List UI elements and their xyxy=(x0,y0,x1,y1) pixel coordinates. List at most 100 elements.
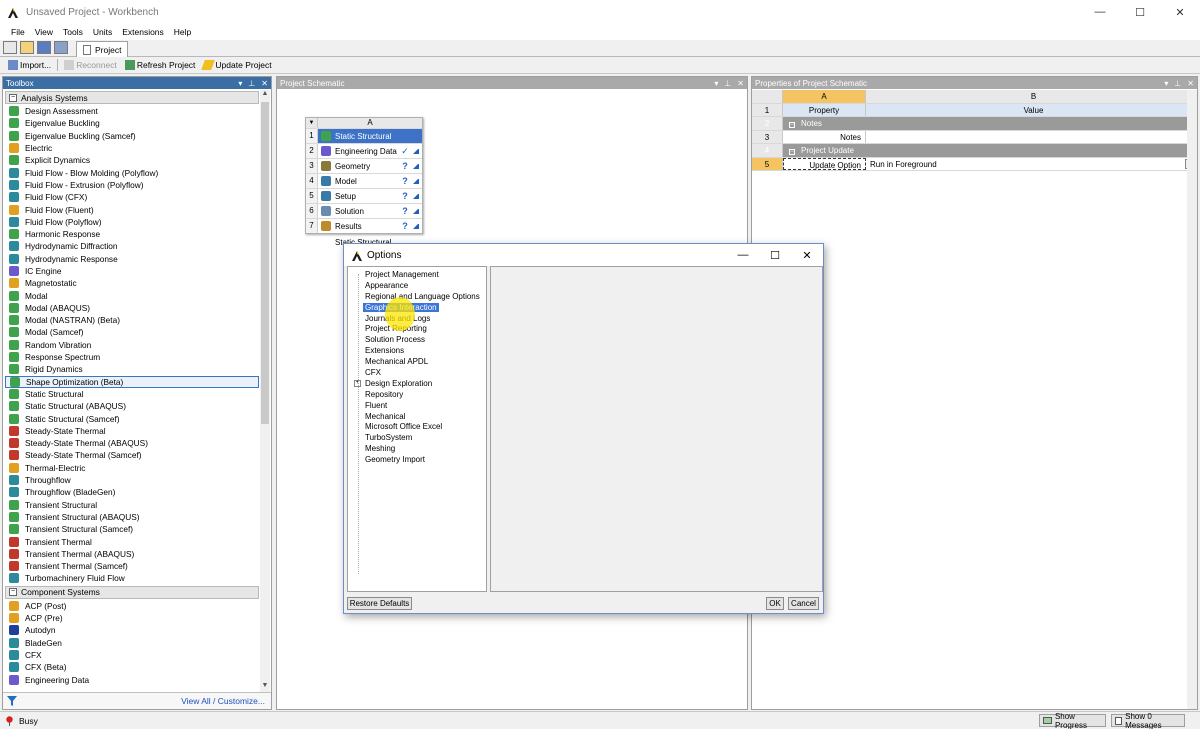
toolbox-item[interactable]: Random Vibration xyxy=(3,339,261,351)
chevron-down-icon[interactable]: ▾ xyxy=(238,79,242,88)
ok-button[interactable]: OK xyxy=(766,597,784,610)
toolbox-item[interactable]: Modal (Samcef) xyxy=(3,326,261,338)
pin-icon[interactable]: ⊥ xyxy=(724,79,731,88)
property-row[interactable]: 1 Property Value xyxy=(752,103,1197,117)
toolbox-item[interactable]: BladeGen xyxy=(3,636,261,648)
options-tree-item[interactable]: Regional and Language Options xyxy=(348,291,486,302)
chevron-down-icon[interactable]: ▼ xyxy=(306,118,318,128)
toolbox-item[interactable]: IC Engine xyxy=(3,265,261,277)
toolbox-item[interactable]: Steady-State Thermal xyxy=(3,425,261,437)
property-value[interactable]: Run in Foreground xyxy=(866,158,1197,171)
close-icon[interactable]: ✕ xyxy=(1187,79,1194,88)
system-cell[interactable]: 7 Results? xyxy=(306,218,422,233)
toolbox-item[interactable]: Electric xyxy=(3,142,261,154)
options-tree-item[interactable]: Repository xyxy=(348,389,486,400)
toolbox-item[interactable]: Transient Structural xyxy=(3,499,261,511)
dialog-close-button[interactable]: ✕ xyxy=(791,244,823,266)
toolbox-item[interactable]: ACP (Post) xyxy=(3,600,261,612)
filter-icon[interactable] xyxy=(7,696,17,706)
system-cell[interactable]: 6 Solution? xyxy=(306,203,422,218)
toolbox-item[interactable]: Fluid Flow - Extrusion (Polyflow) xyxy=(3,179,261,191)
options-tree-item[interactable]: + Design Exploration xyxy=(348,378,486,389)
toolbox-item[interactable]: Static Structural xyxy=(3,388,261,400)
minimize-button[interactable]: — xyxy=(1080,0,1120,24)
toolbox-item[interactable]: Transient Structural (Samcef) xyxy=(3,523,261,535)
options-tree-item[interactable]: Meshing xyxy=(348,443,486,454)
toolbox-item[interactable]: Modal (ABAQUS) xyxy=(3,302,261,314)
component-systems-header[interactable]: − Component Systems xyxy=(5,585,259,599)
maximize-button[interactable]: ☐ xyxy=(1120,0,1160,24)
collapse-icon[interactable]: − xyxy=(9,93,17,102)
chevron-down-icon[interactable]: ▾ xyxy=(714,79,718,88)
save-icon[interactable] xyxy=(37,41,51,54)
property-row[interactable]: 4− Project Update xyxy=(752,144,1197,158)
menu-tools[interactable]: Tools xyxy=(58,27,88,37)
toolbox-item[interactable]: Steady-State Thermal (ABAQUS) xyxy=(3,437,261,449)
toolbox-item[interactable]: Eigenvalue Buckling (Samcef) xyxy=(3,130,261,142)
close-button[interactable]: ✕ xyxy=(1160,0,1200,24)
cancel-button[interactable]: Cancel xyxy=(788,597,819,610)
menu-extensions[interactable]: Extensions xyxy=(117,27,169,37)
toolbox-item[interactable]: Transient Thermal (ABAQUS) xyxy=(3,548,261,560)
tab-project[interactable]: Project xyxy=(76,41,129,57)
pin-icon[interactable]: ⊥ xyxy=(1174,79,1181,88)
toolbox-item[interactable]: Magnetostatic xyxy=(3,277,261,289)
property-value[interactable]: Value xyxy=(866,103,1197,116)
toolbox-item[interactable]: Autodyn xyxy=(3,624,261,636)
options-tree-item[interactable]: TurboSystem xyxy=(348,432,486,443)
show-messages-button[interactable]: Show 0 Messages xyxy=(1111,712,1185,729)
analysis-systems-header[interactable]: − Analysis Systems xyxy=(5,91,259,104)
property-row[interactable]: 3 Notes xyxy=(752,130,1197,144)
dialog-maximize-button[interactable]: ☐ xyxy=(759,244,791,266)
property-row[interactable]: 2− Notes xyxy=(752,117,1197,131)
toolbox-item[interactable]: Fluid Flow - Blow Molding (Polyflow) xyxy=(3,166,261,178)
toolbox-item[interactable]: Hydrodynamic Response xyxy=(3,253,261,265)
toolbox-item[interactable]: Rigid Dynamics xyxy=(3,363,261,375)
toolbox-item[interactable]: Modal xyxy=(3,289,261,301)
toolbox-item[interactable]: Fluid Flow (Fluent) xyxy=(3,203,261,215)
options-tree-item[interactable]: Project Management xyxy=(348,269,486,280)
toolbox-item[interactable]: Static Structural (Samcef) xyxy=(3,412,261,424)
toolbox-item[interactable]: Engineering Data xyxy=(3,673,261,685)
view-all-customize-link[interactable]: View All / Customize... xyxy=(181,696,265,706)
close-icon[interactable]: ✕ xyxy=(737,79,744,88)
menu-view[interactable]: View xyxy=(30,27,58,37)
toolbox-item[interactable]: Shape Optimization (Beta) xyxy=(5,375,259,388)
system-cell[interactable]: 1 Static Structural xyxy=(306,128,422,143)
options-tree-item[interactable]: Project Reporting xyxy=(348,323,486,334)
options-tree-item[interactable]: Microsoft Office Excel xyxy=(348,421,486,432)
options-tree-item[interactable]: Graphics Interaction xyxy=(348,302,486,313)
system-cell[interactable]: 2 Engineering Data ✓ xyxy=(306,143,422,158)
toolbox-item[interactable]: Steady-State Thermal (Samcef) xyxy=(3,449,261,461)
toolbox-item[interactable]: Turbomachinery Fluid Flow xyxy=(3,572,261,584)
scrollbar-thumb[interactable] xyxy=(261,102,269,424)
open-folder-icon[interactable] xyxy=(20,41,34,54)
system-cell[interactable]: 4 Model? xyxy=(306,173,422,188)
system-cell[interactable]: 5 Setup? xyxy=(306,188,422,203)
options-tree-item[interactable]: Fluent xyxy=(348,400,486,411)
import-button[interactable]: Import... xyxy=(4,60,55,70)
scroll-up-icon[interactable]: ▲ xyxy=(260,90,270,100)
scroll-down-icon[interactable]: ▼ xyxy=(260,682,270,692)
menu-help[interactable]: Help xyxy=(169,27,196,37)
pin-icon[interactable]: ⊥ xyxy=(248,79,255,88)
property-value[interactable] xyxy=(866,131,1197,144)
menu-file[interactable]: File xyxy=(6,27,30,37)
collapse-icon[interactable]: − xyxy=(9,588,17,597)
collapse-icon[interactable]: − xyxy=(789,121,795,128)
toolbox-item[interactable]: Hydrodynamic Diffraction xyxy=(3,240,261,252)
toolbox-item[interactable]: Response Spectrum xyxy=(3,351,261,363)
options-tree-item[interactable]: Mechanical xyxy=(348,411,486,422)
toolbox-item[interactable]: CFX xyxy=(3,649,261,661)
update-project-button[interactable]: Update Project xyxy=(199,60,275,70)
toolbox-scrollbar[interactable]: ▲ ▼ xyxy=(260,90,270,692)
options-tree-item[interactable]: CFX xyxy=(348,367,486,378)
options-tree-item[interactable]: Journals and Logs xyxy=(348,313,486,324)
options-tree-item[interactable]: Mechanical APDL xyxy=(348,356,486,367)
toolbox-item[interactable]: Thermal-Electric xyxy=(3,462,261,474)
options-tree-item[interactable]: Solution Process xyxy=(348,334,486,345)
properties-scrollbar[interactable] xyxy=(1187,90,1197,709)
system-cell[interactable]: 3 Geometry? xyxy=(306,158,422,173)
toolbox-item[interactable]: Throughflow (BladeGen) xyxy=(3,486,261,498)
toolbox-item[interactable]: Fluid Flow (CFX) xyxy=(3,191,261,203)
